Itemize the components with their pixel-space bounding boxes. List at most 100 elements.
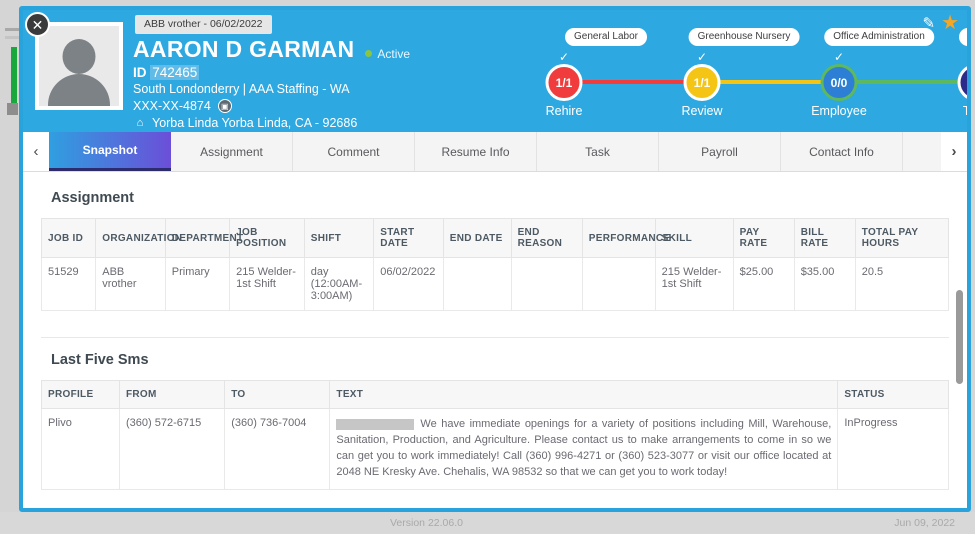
assignment-tag-pill: ABB vrother - 06/02/2022 (135, 15, 272, 34)
table-row[interactable]: 51529 ABB vrother Primary 215 Welder-1st Sh… (40, 257, 950, 311)
tab-task[interactable]: Task (537, 132, 659, 171)
chevron-left-icon[interactable]: ‹ (23, 132, 49, 171)
table-cell (581, 257, 656, 311)
status-dot-icon (365, 50, 373, 57)
column-header: START DATE (373, 218, 444, 258)
avatar (35, 22, 123, 110)
tab-bar: ‹ Snapshot Assignment Comment Resume Info Ta… (23, 132, 967, 172)
check-icon: ✓ (696, 50, 708, 64)
column-header: STATUS (837, 380, 949, 409)
assignment-section-title: Assignment (51, 190, 134, 206)
employee-detail-modal: ABB vrother - 06/02/2022 AARON D GARMAN … (19, 6, 971, 512)
tab-hiring[interactable]: Hiring (903, 132, 941, 171)
column-header: TO (224, 380, 331, 409)
assignment-body: 51529 ABB vrother Primary 215 Welder-1st Sh… (40, 257, 950, 311)
organization-text: South Londonderry | AAA Staffing - WA (133, 82, 350, 96)
table-cell: ABB vrother (95, 257, 166, 311)
tracker-connector (564, 80, 702, 84)
column-header: SKILL (654, 218, 734, 258)
section-divider (41, 337, 949, 338)
version-label: Version 22.06.0 (390, 517, 463, 529)
vertical-scrollbar-thumb[interactable] (956, 290, 963, 384)
table-cell: Primary (164, 257, 231, 311)
tab-assignment[interactable]: Assignment (171, 132, 293, 171)
chevron-right-icon[interactable]: › (941, 132, 967, 171)
content-scroll-area[interactable]: Assignment JOB ID ORGANIZATION DEPARTMENT J… (23, 172, 967, 508)
check-icon: ✓ (558, 50, 570, 64)
column-header: PROFILE (41, 380, 120, 409)
table-cell: 06/02/2022 (373, 257, 444, 311)
table-cell: 51529 (40, 257, 97, 311)
tab-list: Snapshot Assignment Comment Resume Info Task… (49, 132, 941, 171)
column-header: DEPARTMENT (164, 218, 243, 258)
tab-payroll[interactable]: Payroll (659, 132, 781, 171)
vertical-scrollbar-track[interactable] (955, 172, 964, 508)
tab-contact-info[interactable]: Contact Info (781, 132, 903, 171)
background-box (7, 103, 18, 115)
column-header: END DATE (442, 218, 512, 258)
column-header: SHIFT (303, 218, 375, 258)
table-cell: $25.00 (732, 257, 795, 311)
column-header: TOTAL PAY HOURS (854, 218, 950, 258)
skill-chip[interactable]: Office Administration (824, 28, 934, 46)
profile-header: ABB vrother - 06/02/2022 AARON D GARMAN … (23, 10, 967, 147)
tracker-node-employee[interactable]: 0/0 (820, 64, 858, 101)
column-header: PERFORMANCE (581, 218, 670, 258)
home-icon: ⌂ (136, 117, 144, 129)
avatar-head-shape (62, 39, 96, 74)
header-actions: ✎ ★ (922, 13, 959, 33)
tracker-node-total[interactable]: 2/2 (957, 64, 967, 101)
employee-id-row: ID 742465 (133, 65, 410, 80)
table-cell: Plivo (41, 408, 120, 490)
sms-table: PROFILE FROM TO TEXT STATUS Plivo (360) 572-6… (41, 380, 949, 490)
avatar-body-shape (48, 74, 110, 106)
tab-comment[interactable]: Comment (293, 132, 415, 171)
progress-tracker: General Labor Greenhouse Nursery Office Ad… (531, 28, 970, 128)
employee-id-value: 742465 (150, 65, 200, 80)
app-footer: Version 22.06.0 Jun 09, 2022 (0, 512, 975, 534)
skill-chip[interactable]: General Labor (565, 28, 647, 46)
table-cell: (360) 736-7004 (224, 408, 331, 490)
tracker-node-label: Total (962, 104, 970, 118)
footer-date: Jun 09, 2022 (894, 517, 955, 529)
page-title: AARON D GARMAN (133, 36, 355, 62)
status-badge: Active (365, 47, 410, 61)
ssn-value: XXX-XX-4874 (133, 99, 211, 113)
tab-resume-info[interactable]: Resume Info (415, 132, 537, 171)
column-header: END REASON (510, 218, 583, 258)
table-cell: day (12:00AM-3:00AM) (303, 257, 375, 311)
table-cell: $35.00 (793, 257, 856, 311)
sms-section-title: Last Five Sms (51, 352, 149, 368)
assignment-header-row: JOB ID ORGANIZATION DEPARTMENT JOB POSITION… (40, 218, 950, 258)
table-cell: (360) 572-6715 (118, 408, 226, 490)
star-icon[interactable]: ★ (941, 13, 959, 33)
skill-chip[interactable]: Forklift (959, 28, 967, 46)
profile-summary: ABB vrother - 06/02/2022 AARON D GARMAN … (23, 10, 410, 147)
pencil-icon[interactable]: ✎ (922, 14, 935, 32)
sms-status-cell: InProgress (837, 408, 949, 490)
tracker-node-review[interactable]: 1/1 (683, 64, 721, 101)
tracker-node-label: Rehire (545, 104, 583, 118)
table-cell (510, 257, 583, 311)
column-header: JOB ID (40, 218, 97, 258)
column-header: PAY RATE (732, 218, 795, 258)
table-cell: 215 Welder-1st Shift (229, 257, 305, 311)
column-header: FROM (118, 380, 226, 409)
tab-snapshot[interactable]: Snapshot (49, 132, 171, 171)
skill-chip[interactable]: Greenhouse Nursery (688, 28, 800, 46)
tracker-connector (839, 80, 967, 84)
table-cell (442, 257, 512, 311)
table-cell: 215 Welder-1st Shift (654, 257, 734, 311)
redacted-block (336, 418, 415, 430)
table-row[interactable]: Plivo (360) 572-6715 (360) 736-7004 We have… (41, 408, 949, 490)
tracker-node-rehire[interactable]: 1/1 (545, 64, 583, 101)
close-icon[interactable]: ✕ (25, 12, 50, 37)
status-label: Active (377, 46, 411, 61)
address-row: ⌂ Yorba Linda Yorba Linda, CA - 92686 (133, 116, 410, 130)
id-card-icon[interactable]: ▣ (217, 99, 232, 113)
table-cell: 20.5 (854, 257, 950, 311)
column-header: BILL RATE (793, 218, 856, 258)
check-icon: ✓ (833, 50, 845, 64)
skill-chip-row: General Labor Greenhouse Nursery Office Ad… (531, 28, 967, 46)
tracker-node-label: Review (681, 104, 723, 118)
